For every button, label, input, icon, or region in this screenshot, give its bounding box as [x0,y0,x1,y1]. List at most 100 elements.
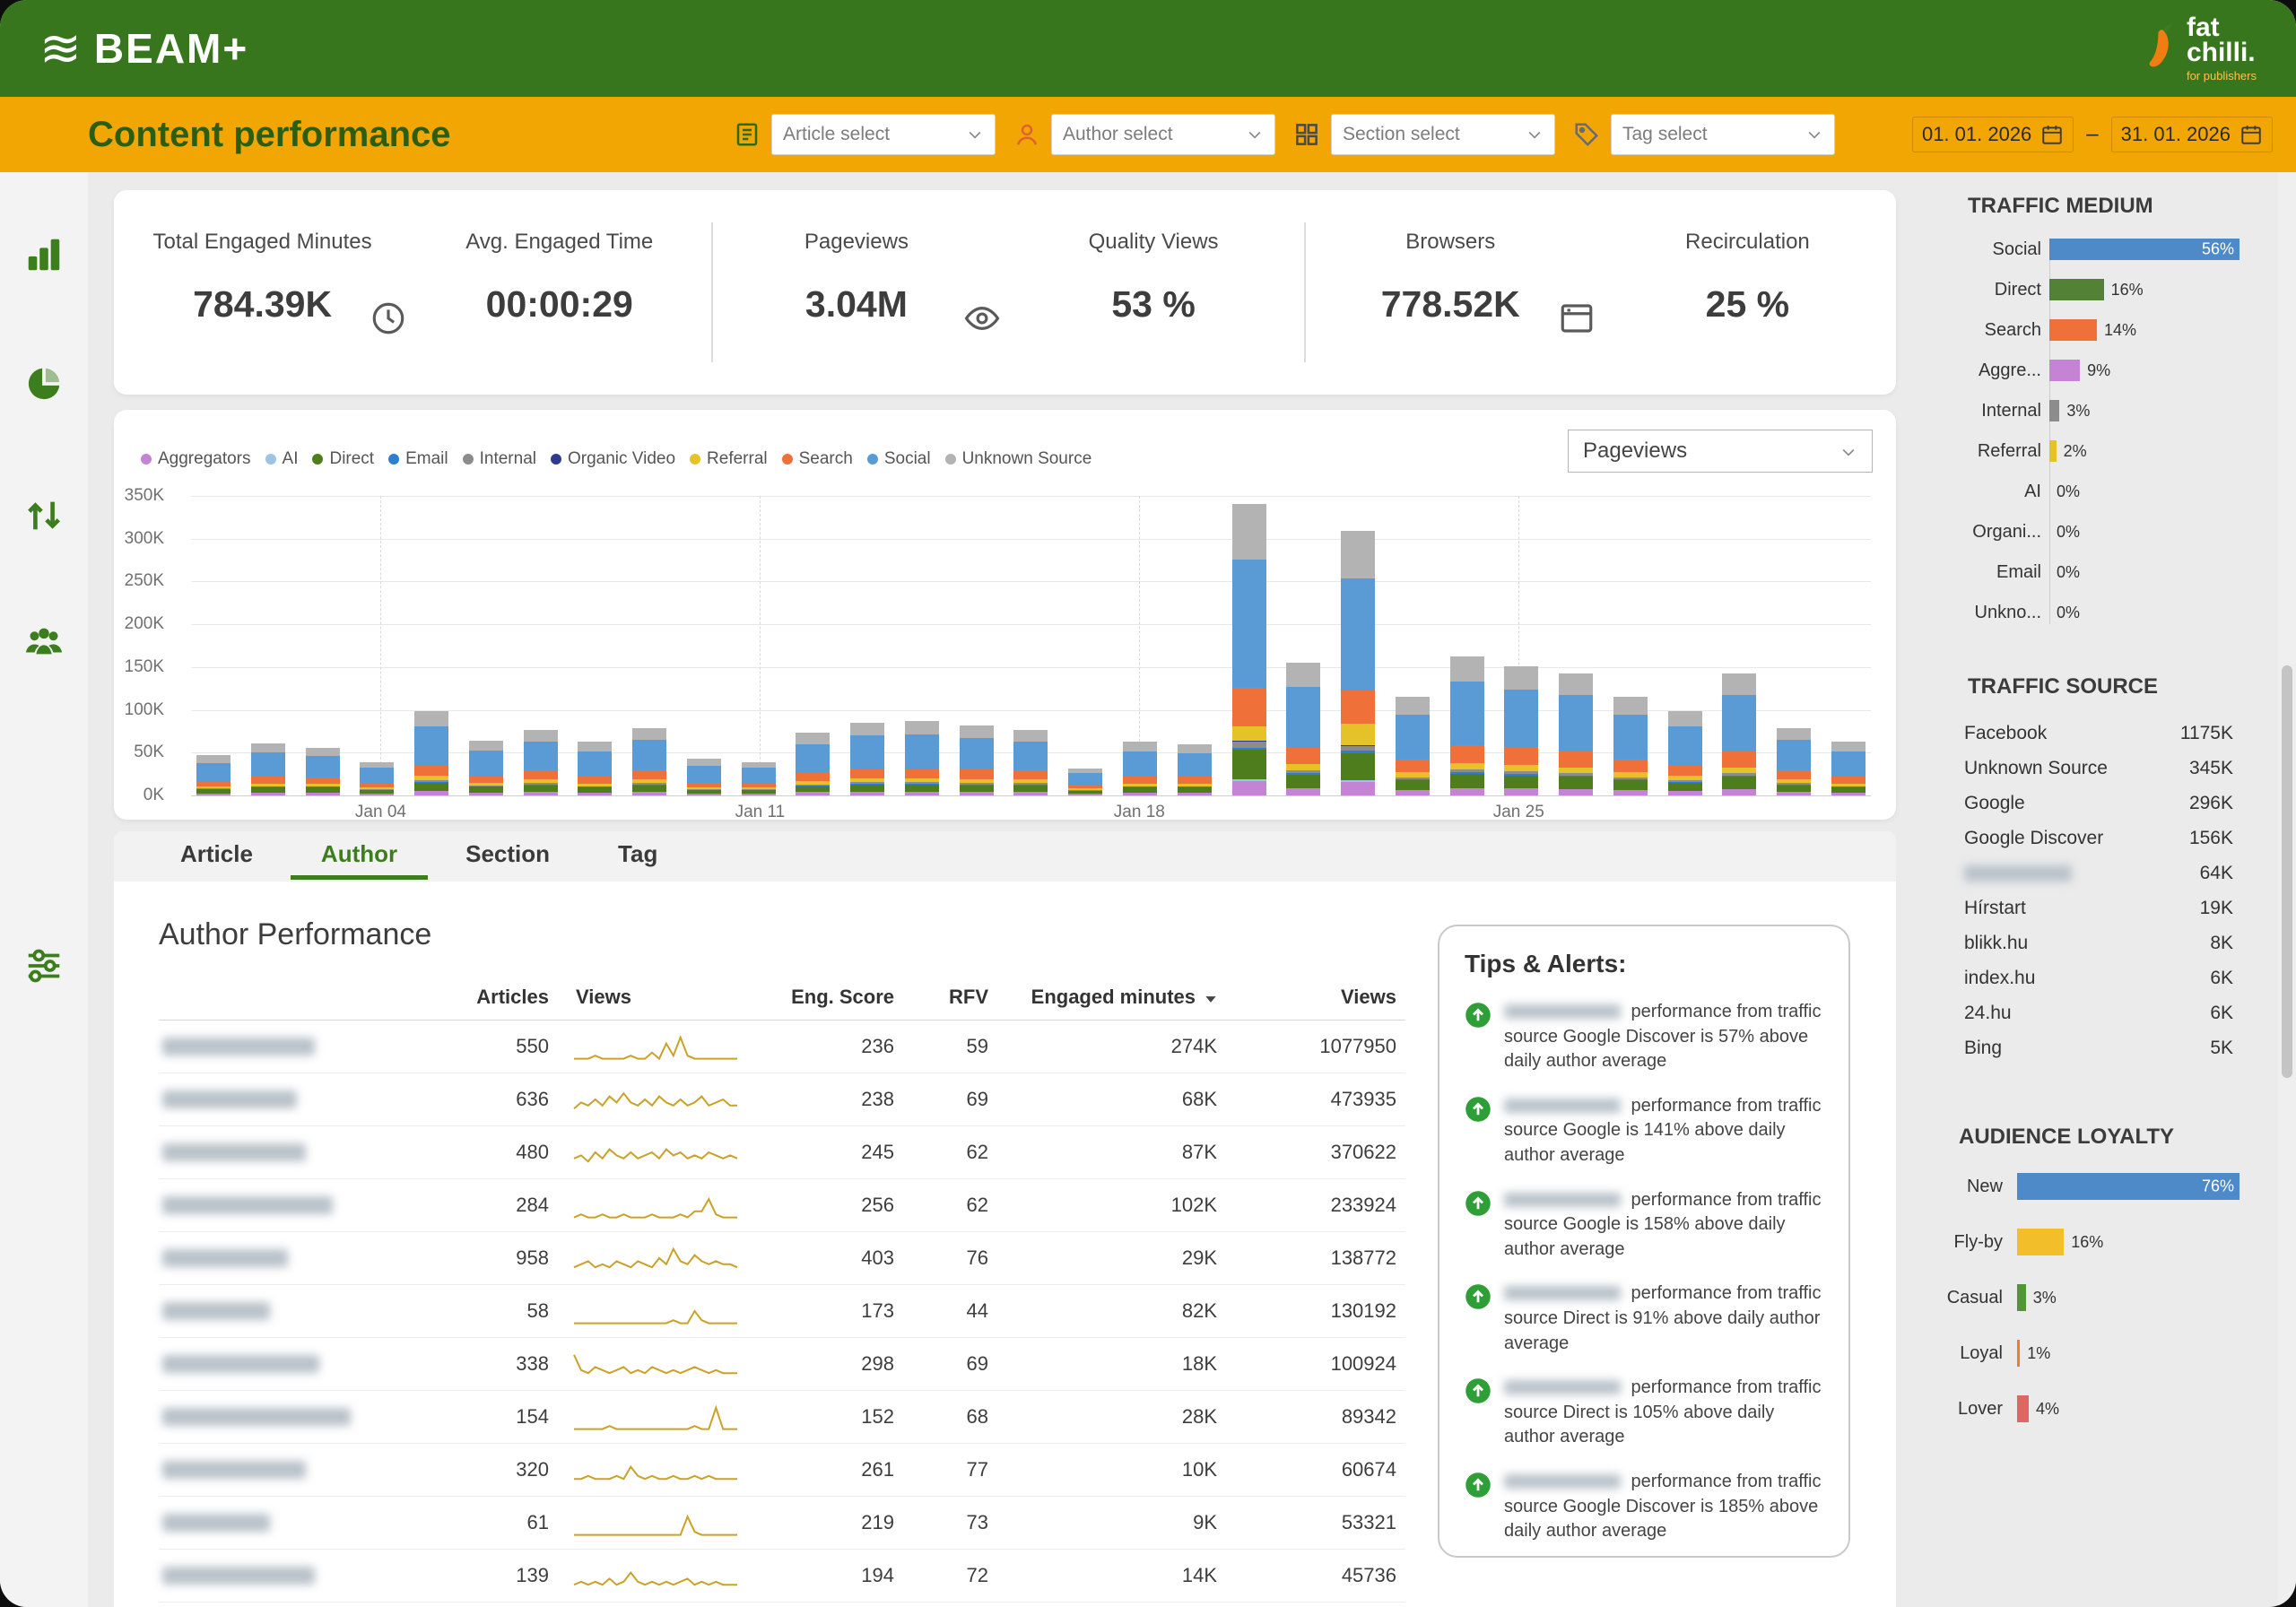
bar-jan-14[interactable] [905,496,939,795]
nav-traffic-arrows-icon[interactable] [23,495,65,536]
bar-jan-05[interactable] [414,496,448,795]
bar-jan-07[interactable] [524,496,558,795]
legend-item-search[interactable]: Search [782,449,853,469]
traffic-source-row-24hu[interactable]: 24.hu6K [1964,995,2233,1030]
legend-item-organic-video[interactable]: Organic Video [551,449,675,469]
bar-jan-26[interactable] [1559,496,1593,795]
author-row[interactable]: 1391947214K45736 [159,1550,1405,1603]
nav-audience-icon[interactable] [23,621,65,662]
date-from-field[interactable]: 01. 01. 2026 [1912,117,2074,152]
traffic-source-row-facebook[interactable]: Facebook1175K [1964,716,2233,751]
bar-jan-30[interactable] [1777,496,1811,795]
author-row[interactable]: 581734482K130192 [159,1285,1405,1338]
traffic-source-row-redacted[interactable]: 64K [1964,856,2233,890]
traffic-medium-row-internal[interactable]: Internal3% [1918,400,2278,421]
legend-item-email[interactable]: Email [388,449,448,469]
author-row[interactable]: 4802456287K370622 [159,1126,1405,1179]
bar-jan-27[interactable] [1613,496,1648,795]
tab-author[interactable]: Author [291,833,428,880]
traffic-source-row-unknownsource[interactable]: Unknown Source345K [1964,751,2233,786]
bar-jan-04[interactable] [360,496,394,795]
traffic-medium-row-referral[interactable]: Referral2% [1918,440,2278,462]
author-row[interactable]: 28425662102K233924 [159,1179,1405,1232]
traffic-medium-row-direct[interactable]: Direct16% [1918,279,2278,300]
traffic-source-row-indexhu[interactable]: index.hu6K [1964,960,2233,995]
bar-jan-13[interactable] [850,496,884,795]
tab-article[interactable]: Article [150,833,283,880]
calendar-icon[interactable] [2239,123,2263,146]
bar-jan-21[interactable] [1286,496,1320,795]
author-row[interactable]: 3202617710K60674 [159,1444,1405,1497]
bar-jan-19[interactable] [1178,496,1212,795]
author-row[interactable]: 61219739K53321 [159,1497,1405,1550]
author-row[interactable]: 9584037629K138772 [159,1232,1405,1285]
traffic-medium-row-organi[interactable]: Organi...0% [1918,521,2278,543]
bar-jan-18[interactable] [1123,496,1157,795]
select-section[interactable]: Section select [1331,114,1555,155]
bar-jan-31[interactable] [1831,496,1866,795]
bar-jan-25[interactable] [1504,496,1538,795]
nav-settings-icon[interactable] [23,945,65,986]
bar-jan-28[interactable] [1668,496,1702,795]
legend-item-aggregators[interactable]: Aggregators [141,449,251,469]
bar-jan-22[interactable] [1341,496,1375,795]
traffic-medium-row-aggre[interactable]: Aggre...9% [1918,360,2278,381]
traffic-source-row-google[interactable]: Google296K [1964,786,2233,821]
tab-tag[interactable]: Tag [587,833,688,880]
legend-item-direct[interactable]: Direct [312,449,374,469]
audience-loyalty-row-lover[interactable]: Lover4% [1918,1395,2278,1422]
col-views[interactable]: Views [1226,986,1405,1009]
col-views-trend[interactable]: Views [558,986,751,1009]
bar-jan-20[interactable] [1232,496,1266,795]
legend-item-ai[interactable]: AI [265,449,299,469]
select-tag[interactable]: Tag select [1611,114,1835,155]
bar-jan-06[interactable] [469,496,503,795]
legend-item-social[interactable]: Social [867,449,931,469]
chart-metric-select[interactable]: Pageviews [1568,430,1873,473]
traffic-medium-row-unkno[interactable]: Unkno...0% [1918,602,2278,623]
author-row[interactable]: 3382986918K100924 [159,1338,1405,1391]
nav-bar-chart-icon[interactable] [23,234,65,275]
col-articles[interactable]: Articles [455,986,558,1009]
bar-jan-11[interactable] [742,496,776,795]
traffic-medium-row-search[interactable]: Search14% [1918,319,2278,341]
audience-loyalty-row-casual[interactable]: Casual3% [1918,1284,2278,1311]
audience-loyalty-row-loyal[interactable]: Loyal1% [1918,1340,2278,1367]
nav-pie-chart-icon[interactable] [23,363,65,404]
col-rfv[interactable]: RFV [903,986,997,1009]
author-row[interactable]: 6362386968K473935 [159,1073,1405,1126]
legend-item-referral[interactable]: Referral [690,449,768,469]
col-eng-score[interactable]: Eng. Score [751,986,903,1009]
bar-jan-15[interactable] [960,496,994,795]
tips-panel[interactable]: Tips & Alerts: performance from traffic … [1438,925,1850,1558]
traffic-source-row-googlediscover[interactable]: Google Discover156K [1964,821,2233,856]
bar-jan-09[interactable] [632,496,666,795]
traffic-medium-row-email[interactable]: Email0% [1918,561,2278,583]
author-row[interactable]: 1541526828K89342 [159,1391,1405,1444]
bar-jan-17[interactable] [1068,496,1102,795]
calendar-icon[interactable] [2040,123,2064,146]
scrollbar-thumb[interactable] [2282,665,2292,1078]
audience-loyalty-row-flyby[interactable]: Fly-by16% [1918,1229,2278,1255]
bar-jan-12[interactable] [796,496,830,795]
traffic-source-row-bing[interactable]: Bing5K [1964,1030,2233,1065]
bar-jan-08[interactable] [578,496,612,795]
traffic-source-row-blikkhu[interactable]: blikk.hu8K [1964,925,2233,960]
legend-item-internal[interactable]: Internal [463,449,536,469]
bar-jan-01[interactable] [196,496,230,795]
bar-jan-03[interactable] [306,496,340,795]
audience-loyalty-row-new[interactable]: New76% [1918,1173,2278,1200]
scrollbar[interactable] [2278,172,2296,1607]
bar-jan-23[interactable] [1396,496,1430,795]
author-row[interactable]: 55023659274K1077950 [159,1021,1405,1073]
tab-section[interactable]: Section [435,833,580,880]
select-article[interactable]: Article select [771,114,996,155]
date-to-field[interactable]: 31. 01. 2026 [2111,117,2273,152]
traffic-medium-row-social[interactable]: Social56% [1918,239,2278,260]
traffic-source-row-hrstart[interactable]: Hírstart19K [1964,890,2233,925]
select-author[interactable]: Author select [1051,114,1275,155]
bar-jan-16[interactable] [1013,496,1048,795]
col-engaged-minutes[interactable]: Engaged minutes [997,986,1226,1009]
bar-jan-24[interactable] [1450,496,1484,795]
legend-item-unknown-source[interactable]: Unknown Source [945,449,1092,469]
